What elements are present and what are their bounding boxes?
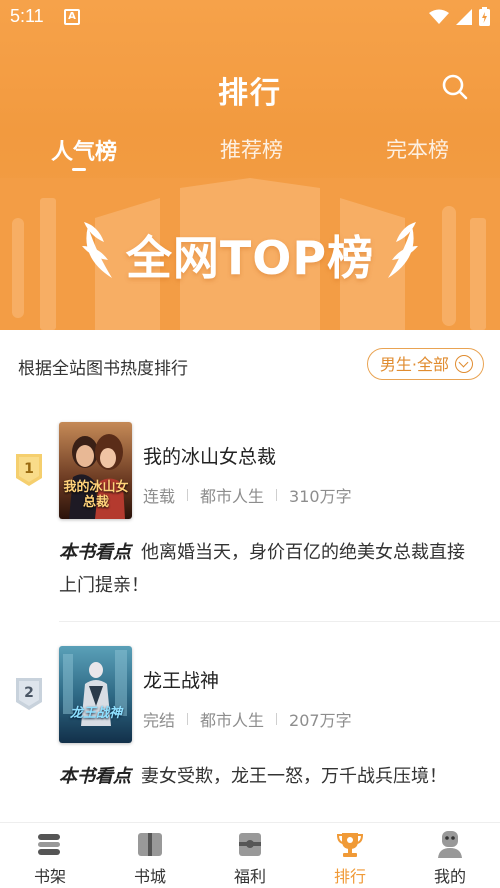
book-blurb: 本书看点 妻女受欺，龙王一怒，万千战兵压境！ xyxy=(59,760,479,793)
blurb-label: 本书看点 xyxy=(59,766,131,787)
app-notification-icon: A xyxy=(64,9,80,25)
blurb-text: 妻女受欺，龙王一怒，万千战兵压境！ xyxy=(141,766,447,787)
nav-profile[interactable]: 我的 xyxy=(420,829,480,887)
header: 5:11 A 排行 人气榜 推荐榜 完本榜 全网TOP榜 xyxy=(0,0,500,330)
nav-ranking[interactable]: 排行 xyxy=(320,829,380,887)
book-title[interactable]: 龙王战神 xyxy=(143,666,219,693)
profile-icon xyxy=(438,831,462,858)
cover-image xyxy=(59,646,132,743)
book-word-count: 207万字 xyxy=(289,711,352,730)
meta-divider xyxy=(187,713,189,725)
nav-bookstore[interactable]: 书城 xyxy=(120,829,180,887)
meta-divider xyxy=(187,489,189,501)
filter-description: 根据全站图书热度排行 xyxy=(18,359,188,379)
filter-button-label: 男生·全部 xyxy=(379,354,449,374)
wifi-icon xyxy=(429,9,449,24)
book-status: 完结 xyxy=(143,711,176,730)
book-meta: 连载 都市人生 310万字 xyxy=(143,483,352,507)
tab-indicator xyxy=(72,168,86,171)
tab-recommended[interactable]: 推荐榜 xyxy=(220,134,283,164)
nav-label: 我的 xyxy=(433,867,466,886)
chevron-down-icon xyxy=(455,355,473,373)
battery-icon xyxy=(479,7,490,26)
status-bar: 5:11 A xyxy=(0,0,500,34)
book-item[interactable]: 2 龙王战神 龙王战神 完结 都市人生 207万字 本书看点 妻女受欺，龙王一怒，… xyxy=(0,626,500,816)
nav-label: 排行 xyxy=(333,867,366,886)
page-title: 排行 xyxy=(218,76,282,111)
bottom-nav: 书架 书城 福利 排行 我的 xyxy=(0,822,500,888)
search-button[interactable] xyxy=(440,72,470,102)
signal-icon xyxy=(456,8,472,25)
meta-divider xyxy=(276,489,278,501)
welfare-icon xyxy=(239,833,261,856)
book-item[interactable]: 1 我的冰山女总裁 我的冰山女总裁 连载 都市人生 310万字 本书看点 他离婚当… xyxy=(0,402,500,622)
list-divider xyxy=(59,621,500,622)
book-meta: 完结 都市人生 207万字 xyxy=(143,707,352,731)
book-cover[interactable]: 我的冰山女总裁 xyxy=(59,422,132,519)
nav-label: 书架 xyxy=(33,867,66,886)
book-category: 都市人生 xyxy=(200,487,265,506)
rank-number: 2 xyxy=(24,685,34,701)
blurb-label: 本书看点 xyxy=(59,542,131,563)
book-title[interactable]: 我的冰山女总裁 xyxy=(143,442,276,469)
rank-badge-silver: 2 xyxy=(16,678,42,710)
rank-badge-gold: 1 xyxy=(16,454,42,486)
nav-bookshelf[interactable]: 书架 xyxy=(20,829,80,887)
nav-welfare[interactable]: 福利 xyxy=(220,829,280,887)
tab-completed[interactable]: 完本榜 xyxy=(386,134,449,164)
tab-popular[interactable]: 人气榜 xyxy=(51,134,117,166)
trophy-icon xyxy=(336,833,364,857)
banner-title: 全网TOP榜 xyxy=(125,231,375,285)
cover-title-text: 我的冰山女总裁 xyxy=(63,480,129,510)
search-icon xyxy=(442,74,468,100)
nav-label: 书城 xyxy=(133,867,166,886)
book-status: 连载 xyxy=(143,487,176,506)
book-category: 都市人生 xyxy=(200,711,265,730)
book-word-count: 310万字 xyxy=(289,487,352,506)
book-blurb: 本书看点 他离婚当天，身价百亿的绝美女总裁直接上门提亲！ xyxy=(59,536,479,602)
bookshelf-icon xyxy=(38,834,60,855)
gender-filter-button[interactable]: 男生·全部 xyxy=(366,348,484,380)
status-icons xyxy=(429,7,490,26)
book-cover[interactable]: 龙王战神 xyxy=(59,646,132,743)
book-store-icon xyxy=(138,833,162,856)
cover-title-text: 龙王战神 xyxy=(69,706,122,721)
rank-number: 1 xyxy=(24,461,34,477)
filter-row: 根据全站图书热度排行 男生·全部 xyxy=(0,330,500,402)
nav-label: 福利 xyxy=(233,867,266,886)
meta-divider xyxy=(276,713,278,725)
status-time: 5:11 xyxy=(10,6,44,26)
